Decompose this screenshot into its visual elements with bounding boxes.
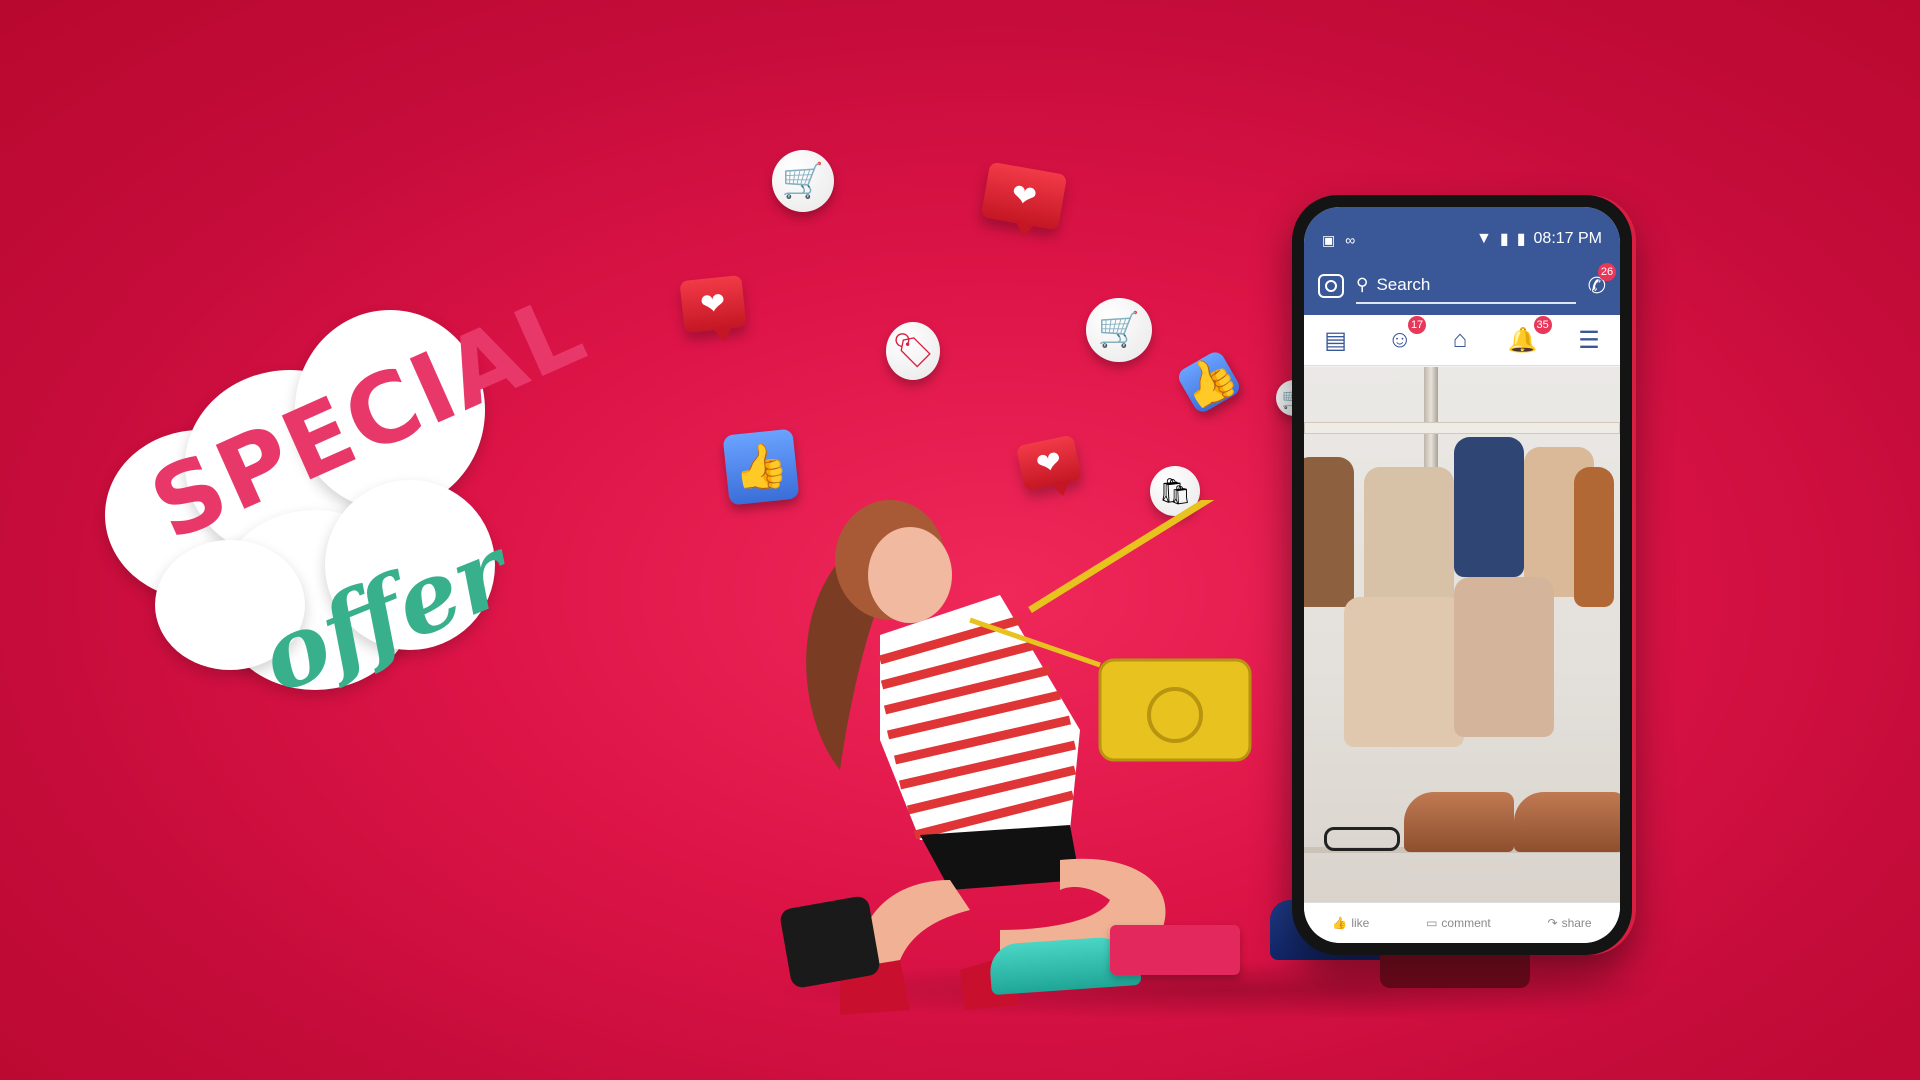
search-icon: ⚲ xyxy=(1356,275,1369,294)
signal-icon: ▮ xyxy=(1499,231,1509,248)
comment-icon: ▭ xyxy=(1426,916,1438,930)
like-button[interactable]: 👍 like xyxy=(1332,916,1369,930)
special-offer-sticker: SPECIAL offer xyxy=(95,273,601,730)
post-actions-bar: 👍 like ▭ comment ↷ share xyxy=(1304,902,1620,943)
marketplace-icon[interactable]: ⌂ xyxy=(1453,326,1468,354)
notifications-icon[interactable]: 🔔 35 xyxy=(1508,315,1552,355)
cart-icon: 🛒 xyxy=(772,150,834,212)
smartphone: ▣ ∞ ▼ ▮ ▮ 08:17 PM ⚲ Search ✆ 26 ▤ ☺ 17 xyxy=(1292,195,1632,955)
messenger-icon[interactable]: ✆ 26 xyxy=(1588,263,1616,299)
battery-icon: ▮ xyxy=(1516,231,1526,248)
wifi-icon: ▼ xyxy=(1476,230,1492,247)
status-time: 08:17 PM xyxy=(1533,230,1602,247)
phone-screen: ▣ ∞ ▼ ▮ ▮ 08:17 PM ⚲ Search ✆ 26 ▤ ☺ 17 xyxy=(1304,207,1620,943)
image-icon: ▣ xyxy=(1322,232,1336,248)
notifications-badge: 35 xyxy=(1533,315,1552,334)
price-tag-icon: 🏷 xyxy=(886,322,940,380)
nav-row: ▤ ☺ 17 ⌂ 🔔 35 ☰ xyxy=(1304,315,1620,366)
post-image-handbags-rack xyxy=(1304,367,1620,903)
share-label: share xyxy=(1561,916,1592,930)
voicemail-icon: ∞ xyxy=(1345,232,1356,248)
share-button[interactable]: ↷ share xyxy=(1548,916,1592,930)
thumbs-up-icon: 👍 xyxy=(722,428,800,506)
menu-icon[interactable]: ☰ xyxy=(1578,326,1600,355)
search-input[interactable]: ⚲ Search xyxy=(1356,268,1576,304)
comment-button[interactable]: ▭ comment xyxy=(1426,916,1491,930)
news-feed-icon[interactable]: ▤ xyxy=(1324,326,1347,355)
friends-badge: 17 xyxy=(1408,316,1427,334)
camera-icon[interactable] xyxy=(1318,274,1344,298)
heart-icon: ❤ xyxy=(1015,434,1083,492)
comment-label: comment xyxy=(1441,916,1491,930)
search-placeholder: Search xyxy=(1376,275,1431,294)
friends-icon[interactable]: ☺ 17 xyxy=(1388,316,1427,354)
black-bag xyxy=(778,894,882,990)
heart-icon: ❤ xyxy=(980,161,1068,231)
heart-icon: ❤ xyxy=(679,274,747,334)
search-bar: ⚲ Search ✆ 26 xyxy=(1304,257,1620,315)
like-icon: 👍 xyxy=(1332,916,1348,930)
messages-badge: 26 xyxy=(1598,263,1616,281)
thumbs-up-icon: 👍 xyxy=(1173,347,1246,418)
pink-clutch xyxy=(1110,925,1240,975)
like-label: like xyxy=(1351,916,1370,930)
cart-icon: 🛒 xyxy=(1086,298,1152,362)
status-bar: ▣ ∞ ▼ ▮ ▮ 08:17 PM xyxy=(1304,207,1620,257)
share-icon: ↷ xyxy=(1547,916,1558,930)
sunglasses xyxy=(1324,827,1400,851)
